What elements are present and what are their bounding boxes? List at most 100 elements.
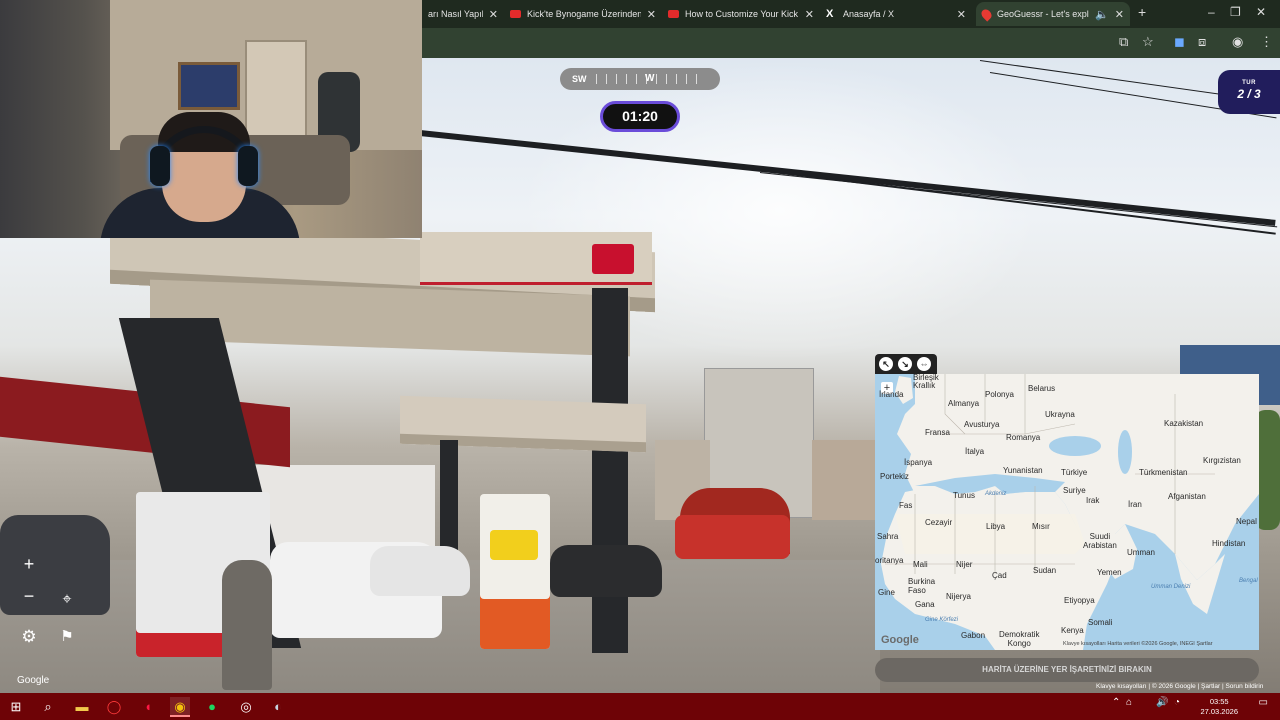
map-label: Yemen — [1097, 568, 1122, 577]
browser-tab[interactable]: X Anasayfa / X ✕ — [820, 2, 972, 26]
tab-title: Kick'te Bynogame Üzerinden Nasıl — [527, 9, 641, 19]
map-label: Nijer — [956, 560, 973, 569]
chrome-icon[interactable]: ◉ — [170, 697, 190, 717]
tanker-truck — [675, 515, 790, 559]
spotify-icon[interactable]: ● — [202, 697, 222, 717]
map-label: Avusturya — [964, 420, 1000, 429]
search-icon[interactable]: ⌕ — [38, 697, 58, 717]
round-counter: TUR 2 / 3 — [1218, 70, 1280, 114]
zoom-in-button[interactable]: + — [14, 549, 44, 579]
map-pin-icon[interactable]: ⇔ — [917, 357, 931, 371]
file-explorer-icon[interactable]: ▬ — [72, 697, 92, 717]
street-view-footer: Klavye kısayolları | © 2026 Google | Şar… — [1096, 683, 1264, 690]
place-guess-button[interactable]: HARİTA ÜZERİNE YER İŞARETİNİZİ BIRAKIN — [875, 658, 1259, 682]
obs-icon[interactable]: ◎ — [236, 697, 256, 717]
map-label: Mısır — [1032, 522, 1050, 531]
headset-earcup — [238, 146, 258, 186]
browser-tab[interactable]: Kick'te Bynogame Üzerinden Nasıl ✕ — [504, 2, 662, 26]
close-tab-icon[interactable]: ✕ — [489, 8, 498, 21]
profile-avatar[interactable]: ◉ — [1232, 34, 1243, 50]
map-label: Belarus — [1028, 384, 1056, 393]
volume-icon[interactable]: 🔊 — [1156, 697, 1168, 708]
map-size-controls: ↖ ↘ ⇔ — [875, 354, 937, 374]
map-label: oritanya — [875, 556, 904, 565]
close-tab-icon[interactable]: ✕ — [805, 8, 814, 21]
minimize-icon[interactable]: – — [1208, 5, 1215, 19]
opera-gx-icon[interactable]: ◖ — [138, 697, 158, 717]
opera-icon[interactable]: ◯ — [104, 697, 124, 717]
install-app-icon[interactable]: ⧉ — [1119, 34, 1128, 50]
map-label: Türkmenistan — [1139, 468, 1188, 477]
map-label: Somali — [1088, 618, 1113, 627]
map-label: Suudi Arabistan — [1083, 532, 1117, 550]
fuel-pump — [480, 494, 550, 649]
compass-sw-label: SW — [572, 74, 587, 84]
chevron-up-icon[interactable]: ⌃ — [1112, 697, 1120, 708]
browser-tab[interactable]: arı Nasıl Yapılır ✕ — [422, 2, 504, 26]
browser-tab-bar: arı Nasıl Yapılır ✕ Kick'te Bynogame Üze… — [422, 0, 1280, 28]
map-label: İrlanda — [879, 390, 904, 399]
map-label: Almanya — [948, 399, 980, 408]
close-tab-icon[interactable]: ✕ — [647, 8, 656, 21]
compass: SW W — [560, 68, 720, 90]
restore-icon[interactable]: ❐ — [1230, 5, 1241, 19]
building — [812, 440, 878, 520]
settings-icon[interactable]: ⚙ — [14, 622, 44, 652]
map-label: Libya — [986, 522, 1006, 531]
round-timer: 01:20 — [600, 101, 680, 132]
windows-start-icon[interactable]: ⊞ — [6, 697, 26, 717]
tab-title: GeoGuessr - Let's explore th — [997, 9, 1089, 19]
map-attribution: Klavye kısayolları Harita verileri ©2026… — [1063, 641, 1213, 647]
wall-picture — [178, 62, 240, 110]
round-value: 2 / 3 — [1237, 87, 1261, 101]
canopy-pillar — [592, 288, 628, 653]
map-label: Çad — [992, 571, 1007, 580]
tab-title: Anasayfa / X — [843, 9, 895, 19]
flag-icon[interactable]: ⚑ — [52, 622, 82, 652]
menu-kebab-icon[interactable]: ⋮ — [1260, 34, 1273, 50]
notification-icon[interactable]: ▭ — [1259, 697, 1268, 708]
clock[interactable]: 03:55 27.03.2026 — [1200, 697, 1238, 717]
map-label: Cezayir — [925, 518, 953, 527]
map-label: Kenya — [1061, 626, 1084, 635]
return-to-start-icon[interactable]: ⌖ — [52, 585, 82, 615]
zoom-out-button[interactable]: − — [14, 581, 44, 611]
close-tab-icon[interactable]: ✕ — [1115, 8, 1124, 21]
tab-title: How to Customize Your Kick Cha — [685, 9, 799, 19]
map-label: Polonya — [985, 390, 1014, 399]
close-tab-icon[interactable]: ✕ — [957, 8, 966, 21]
youtube-icon — [510, 10, 521, 18]
close-window-icon[interactable]: ✕ — [1256, 5, 1266, 19]
map-label: Romanya — [1006, 433, 1041, 442]
black-car — [550, 545, 662, 597]
map-label: Kırgızistan — [1203, 456, 1241, 465]
wifi-icon[interactable]: ◔ — [1174, 697, 1180, 708]
windows-taskbar: ⊞ ⌕ ▬ ◯ ◖ ◉ ● ◎ ◐ ⌃ ⌂ 🔊 ◔ 03:55 27.03.20… — [0, 693, 1280, 720]
guess-map[interactable]: + Birleşik Krallık İrlanda Almanya Polon… — [875, 374, 1259, 650]
map-label: Fas — [899, 501, 913, 510]
new-tab-button[interactable]: + — [1138, 4, 1146, 20]
extension-icon[interactable]: ◼ — [1174, 34, 1185, 50]
network-icon[interactable]: ⌂ — [1126, 697, 1132, 708]
tab-title: arı Nasıl Yapılır — [428, 9, 483, 19]
youtube-icon — [668, 10, 679, 18]
geoguessr-icon — [979, 6, 994, 22]
extensions-puzzle-icon[interactable]: ⧈ — [1198, 34, 1206, 50]
map-sea-label: Akdeniz — [985, 491, 1007, 497]
map-label: Sahra — [877, 532, 899, 541]
map-label: Burkina Faso — [908, 577, 936, 595]
map-label: Türkiye — [1061, 468, 1088, 477]
map-label: Afganistan — [1168, 492, 1206, 501]
clock-date: 27.03.2026 — [1200, 707, 1238, 716]
webcam-overlay — [0, 0, 422, 238]
map-label: Portekiz — [880, 472, 909, 481]
map-label: Sudan — [1033, 566, 1057, 575]
map-enlarge-icon[interactable]: ↖ — [879, 357, 893, 371]
white-car — [370, 546, 470, 596]
speaker-icon[interactable]: 🔈 — [1095, 8, 1109, 21]
steam-icon[interactable]: ◐ — [268, 697, 288, 717]
browser-tab[interactable]: How to Customize Your Kick Cha ✕ — [662, 2, 820, 26]
bookmark-star-icon[interactable]: ☆ — [1142, 34, 1154, 50]
map-shrink-icon[interactable]: ↘ — [898, 357, 912, 371]
browser-tab-active[interactable]: GeoGuessr - Let's explore th 🔈 ✕ — [976, 2, 1130, 26]
